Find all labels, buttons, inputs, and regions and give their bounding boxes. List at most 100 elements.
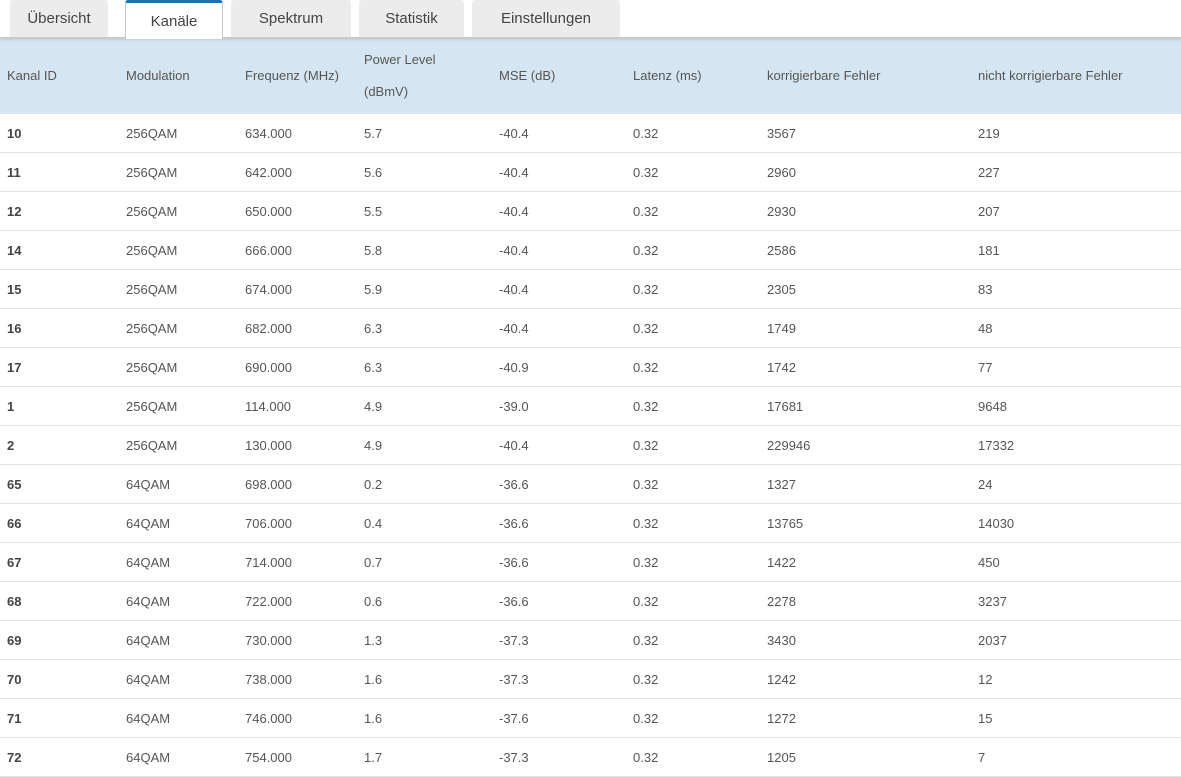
table-row: 12 256QAM 650.000 5.5 -40.4 0.32 2930 207 — [0, 191, 1181, 231]
cell-korrigierbare-fehler: 2586 — [760, 230, 971, 270]
tab-statistik[interactable]: Statistik — [359, 0, 464, 37]
cell-korrigierbare-fehler: 1327 — [760, 464, 971, 504]
cell-korrigierbare-fehler: 2278 — [760, 581, 971, 621]
cell-latenz: 0.32 — [626, 386, 760, 426]
cell-nicht-korrigierbare-fehler: 24 — [971, 464, 1181, 504]
cell-nicht-korrigierbare-fehler: 227 — [971, 152, 1181, 192]
cell-power-level: 1.7 — [357, 737, 492, 777]
cell-nicht-korrigierbare-fehler: 48 — [971, 308, 1181, 348]
cell-kanal-id: 11 — [0, 152, 119, 192]
cell-nicht-korrigierbare-fehler: 83 — [971, 269, 1181, 309]
cell-mse: -37.3 — [492, 659, 626, 699]
cell-kanal-id: 65 — [0, 464, 119, 504]
table-row: 67 64QAM 714.000 0.7 -36.6 0.32 1422 450 — [0, 542, 1181, 582]
cell-kanal-id: 67 — [0, 542, 119, 582]
cell-modulation: 256QAM — [119, 269, 238, 309]
header-frequenz: Frequenz (MHz) — [245, 68, 339, 83]
cell-frequenz: 666.000 — [238, 230, 357, 270]
cell-power-level: 0.6 — [357, 581, 492, 621]
cell-frequenz: 642.000 — [238, 152, 357, 192]
cell-mse: -40.4 — [492, 230, 626, 270]
cell-mse: -37.3 — [492, 737, 626, 777]
header-korrigierbare-fehler: korrigierbare Fehler — [767, 68, 881, 83]
header-mse: MSE (dB) — [499, 68, 556, 83]
cell-frequenz: 738.000 — [238, 659, 357, 699]
cell-nicht-korrigierbare-fehler: 9648 — [971, 386, 1181, 426]
tab-uebersicht[interactable]: Übersicht — [10, 0, 108, 37]
table-row: 11 256QAM 642.000 5.6 -40.4 0.32 2960 227 — [0, 152, 1181, 192]
tab-einstellungen[interactable]: Einstellungen — [472, 0, 620, 37]
cell-kanal-id: 72 — [0, 737, 119, 777]
cell-latenz: 0.32 — [626, 503, 760, 543]
cell-nicht-korrigierbare-fehler: 14030 — [971, 503, 1181, 543]
table-row: 14 256QAM 666.000 5.8 -40.4 0.32 2586 181 — [0, 230, 1181, 270]
table-row: 10 256QAM 634.000 5.7 -40.4 0.32 3567 219 — [0, 114, 1181, 153]
cell-korrigierbare-fehler: 229946 — [760, 425, 971, 465]
header-power-level: Power Level (dBmV) — [357, 38, 492, 114]
cell-latenz: 0.32 — [626, 347, 760, 387]
header-power-level-label: Power Level — [364, 52, 436, 67]
cell-kanal-id: 69 — [0, 620, 119, 660]
cell-korrigierbare-fehler: 1742 — [760, 347, 971, 387]
cell-korrigierbare-fehler: 1242 — [760, 659, 971, 699]
cell-modulation: 64QAM — [119, 659, 238, 699]
cell-kanal-id: 68 — [0, 581, 119, 621]
cell-modulation: 64QAM — [119, 737, 238, 777]
cell-korrigierbare-fehler: 1422 — [760, 542, 971, 582]
cell-frequenz: 114.000 — [238, 386, 357, 426]
tab-spektrum[interactable]: Spektrum — [231, 0, 351, 37]
cell-modulation: 64QAM — [119, 620, 238, 660]
cell-frequenz: 730.000 — [238, 620, 357, 660]
cell-power-level: 5.6 — [357, 152, 492, 192]
header-modulation: Modulation — [126, 68, 190, 83]
cell-latenz: 0.32 — [626, 425, 760, 465]
cell-kanal-id: 16 — [0, 308, 119, 348]
cell-kanal-id: 12 — [0, 191, 119, 231]
tab-kanaele[interactable]: Kanäle — [125, 0, 223, 39]
cell-power-level: 5.7 — [357, 114, 492, 153]
table-row: 1 256QAM 114.000 4.9 -39.0 0.32 17681 9648 — [0, 386, 1181, 426]
cell-korrigierbare-fehler: 1205 — [760, 737, 971, 777]
cell-power-level: 5.5 — [357, 191, 492, 231]
cell-frequenz: 634.000 — [238, 114, 357, 153]
cell-latenz: 0.32 — [626, 464, 760, 504]
cell-nicht-korrigierbare-fehler: 181 — [971, 230, 1181, 270]
cell-frequenz: 754.000 — [238, 737, 357, 777]
cell-kanal-id: 70 — [0, 659, 119, 699]
header-power-level-unit: (dBmV) — [364, 84, 409, 99]
cell-modulation: 256QAM — [119, 191, 238, 231]
cell-kanal-id: 10 — [0, 114, 119, 153]
cell-frequenz: 682.000 — [238, 308, 357, 348]
cell-mse: -37.6 — [492, 698, 626, 738]
cell-korrigierbare-fehler: 1272 — [760, 698, 971, 738]
cell-mse: -36.6 — [492, 581, 626, 621]
cell-mse: -37.3 — [492, 620, 626, 660]
table-body: 10 256QAM 634.000 5.7 -40.4 0.32 3567 219 11 256Q… — [0, 114, 1181, 777]
cell-kanal-id: 14 — [0, 230, 119, 270]
cell-frequenz: 746.000 — [238, 698, 357, 738]
cell-latenz: 0.32 — [626, 620, 760, 660]
cell-frequenz: 690.000 — [238, 347, 357, 387]
cell-frequenz: 698.000 — [238, 464, 357, 504]
cell-latenz: 0.32 — [626, 308, 760, 348]
cell-nicht-korrigierbare-fehler: 3237 — [971, 581, 1181, 621]
cell-latenz: 0.32 — [626, 230, 760, 270]
cell-power-level: 6.3 — [357, 347, 492, 387]
cell-modulation: 64QAM — [119, 581, 238, 621]
cell-frequenz: 650.000 — [238, 191, 357, 231]
cell-frequenz: 130.000 — [238, 425, 357, 465]
cell-mse: -36.6 — [492, 503, 626, 543]
table-row: 68 64QAM 722.000 0.6 -36.6 0.32 2278 3237 — [0, 581, 1181, 621]
table-row: 15 256QAM 674.000 5.9 -40.4 0.32 2305 83 — [0, 269, 1181, 309]
cell-nicht-korrigierbare-fehler: 450 — [971, 542, 1181, 582]
cell-mse: -40.4 — [492, 308, 626, 348]
cell-power-level: 5.8 — [357, 230, 492, 270]
cell-modulation: 64QAM — [119, 698, 238, 738]
cell-mse: -40.9 — [492, 347, 626, 387]
cell-korrigierbare-fehler: 2930 — [760, 191, 971, 231]
cell-modulation: 256QAM — [119, 230, 238, 270]
cell-frequenz: 714.000 — [238, 542, 357, 582]
cell-latenz: 0.32 — [626, 152, 760, 192]
cell-modulation: 256QAM — [119, 308, 238, 348]
cell-mse: -40.4 — [492, 425, 626, 465]
